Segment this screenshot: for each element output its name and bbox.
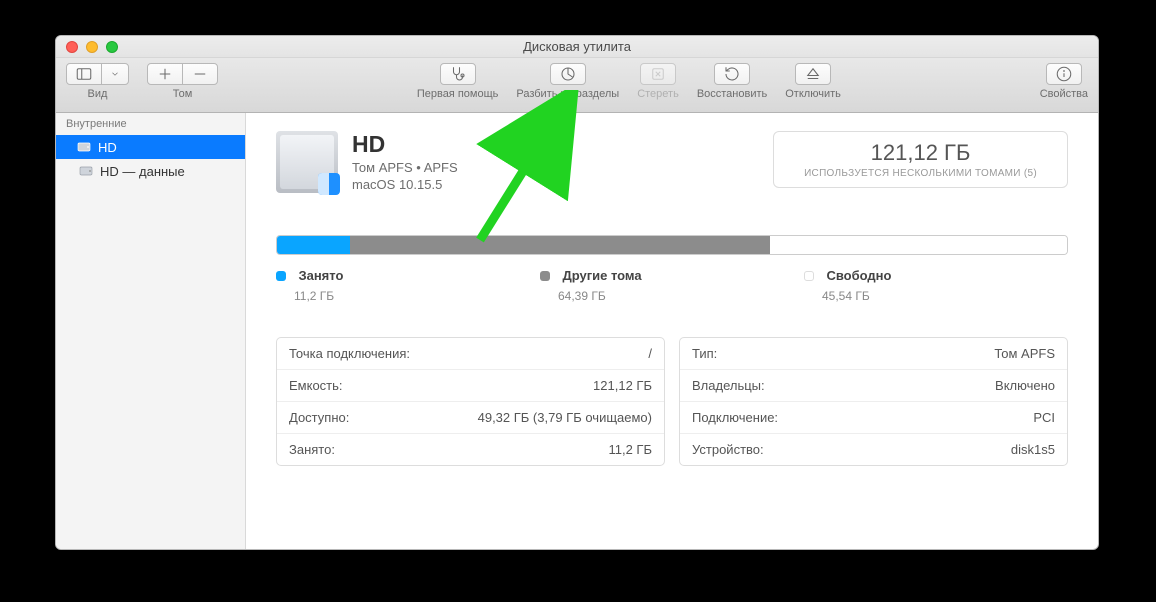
usage-segment-other <box>350 236 770 254</box>
details-table-right: Тип: Том APFS Владельцы: Включено Подключе… <box>679 337 1068 466</box>
toolbar-label: Стереть <box>637 88 679 100</box>
toolbar-label: Отключить <box>785 88 841 100</box>
shared-note: ИСПОЛЬЗУЕТСЯ НЕСКОЛЬКИМИ ТОМАМИ (5) <box>804 168 1037 179</box>
legend-value: 45,54 ГБ <box>822 289 1068 303</box>
view-mode-button[interactable] <box>66 63 102 85</box>
content-pane: HD Том APFS • APFS macOS 10.15.5 121,12 … <box>246 113 1098 549</box>
disk-icon <box>76 139 92 155</box>
plus-icon <box>156 65 174 83</box>
sidebar-item-hd-data[interactable]: HD — данные <box>56 159 245 183</box>
legend-label: Другие тома <box>562 268 641 283</box>
usage-segment-used <box>277 236 350 254</box>
window-title: Дисковая утилита <box>56 39 1098 54</box>
sidebar-section-header: Внутренние <box>56 113 245 135</box>
sidebar-icon <box>75 65 93 83</box>
toolbar-label: Разбить на разделы <box>516 88 619 100</box>
volume-icon <box>276 131 338 193</box>
detail-key: Тип: <box>692 346 717 361</box>
info-button[interactable] <box>1046 63 1082 85</box>
detail-key: Доступно: <box>289 410 349 425</box>
detail-key: Занято: <box>289 442 335 457</box>
volume-subtitle: Том APFS • APFS <box>352 160 458 175</box>
detail-key: Емкость: <box>289 378 343 393</box>
legend-swatch-free <box>804 271 814 281</box>
sidebar: Внутренние HD HD — данные <box>56 113 246 549</box>
detail-key: Подключение: <box>692 410 778 425</box>
volume-os: macOS 10.15.5 <box>352 177 458 192</box>
toolbar: Вид Том Первая помощь Раз <box>56 58 1098 113</box>
detail-value: 11,2 ГБ <box>608 442 652 457</box>
usage-bar <box>276 235 1068 255</box>
partition-button[interactable] <box>550 63 586 85</box>
view-dropdown-button[interactable] <box>101 63 129 85</box>
detail-value: PCI <box>1033 410 1055 425</box>
detail-key: Устройство: <box>692 442 764 457</box>
toolbar-label: Том <box>173 88 193 100</box>
toolbar-label: Свойства <box>1040 88 1088 100</box>
restore-icon <box>723 65 741 83</box>
total-size: 121,12 ГБ <box>804 140 1037 166</box>
legend-label: Свободно <box>826 268 891 283</box>
toolbar-label: Вид <box>88 88 108 100</box>
toolbar-label: Первая помощь <box>417 88 499 100</box>
usage-segment-free <box>770 236 1067 254</box>
detail-value: disk1s5 <box>1011 442 1055 457</box>
eject-icon <box>804 65 822 83</box>
sidebar-item-label: HD — данные <box>100 164 185 179</box>
detail-value: Том APFS <box>994 346 1055 361</box>
detail-value: 121,12 ГБ <box>593 378 652 393</box>
detail-value: 49,32 ГБ (3,79 ГБ очищаемо) <box>478 410 652 425</box>
legend-value: 64,39 ГБ <box>558 289 804 303</box>
minus-icon <box>191 65 209 83</box>
legend-swatch-other <box>540 271 550 281</box>
stethoscope-icon <box>449 65 467 83</box>
remove-volume-button[interactable] <box>182 63 218 85</box>
pie-icon <box>559 65 577 83</box>
disk-icon <box>78 163 94 179</box>
titlebar: Дисковая утилита <box>56 36 1098 58</box>
unmount-button[interactable] <box>795 63 831 85</box>
legend-value: 11,2 ГБ <box>294 289 540 303</box>
info-icon <box>1055 65 1073 83</box>
detail-key: Владельцы: <box>692 378 765 393</box>
erase-icon <box>649 65 667 83</box>
restore-button[interactable] <box>714 63 750 85</box>
detail-value: / <box>648 346 652 361</box>
detail-value: Включено <box>995 378 1055 393</box>
legend-label: Занято <box>298 268 343 283</box>
details-table-left: Точка подключения: / Емкость: 121,12 ГБ До… <box>276 337 665 466</box>
disk-utility-window: Дисковая утилита Вид <box>55 35 1099 550</box>
add-volume-button[interactable] <box>147 63 183 85</box>
first-aid-button[interactable] <box>440 63 476 85</box>
erase-button <box>640 63 676 85</box>
sidebar-item-label: HD <box>98 140 117 155</box>
sidebar-item-hd[interactable]: HD <box>56 135 245 159</box>
total-size-box: 121,12 ГБ ИСПОЛЬЗУЕТСЯ НЕСКОЛЬКИМИ ТОМАМ… <box>773 131 1068 188</box>
chevron-down-icon <box>110 65 120 83</box>
legend-swatch-used <box>276 271 286 281</box>
toolbar-label: Восстановить <box>697 88 767 100</box>
finder-badge-icon <box>318 173 340 195</box>
detail-key: Точка подключения: <box>289 346 410 361</box>
volume-name: HD <box>352 131 458 158</box>
